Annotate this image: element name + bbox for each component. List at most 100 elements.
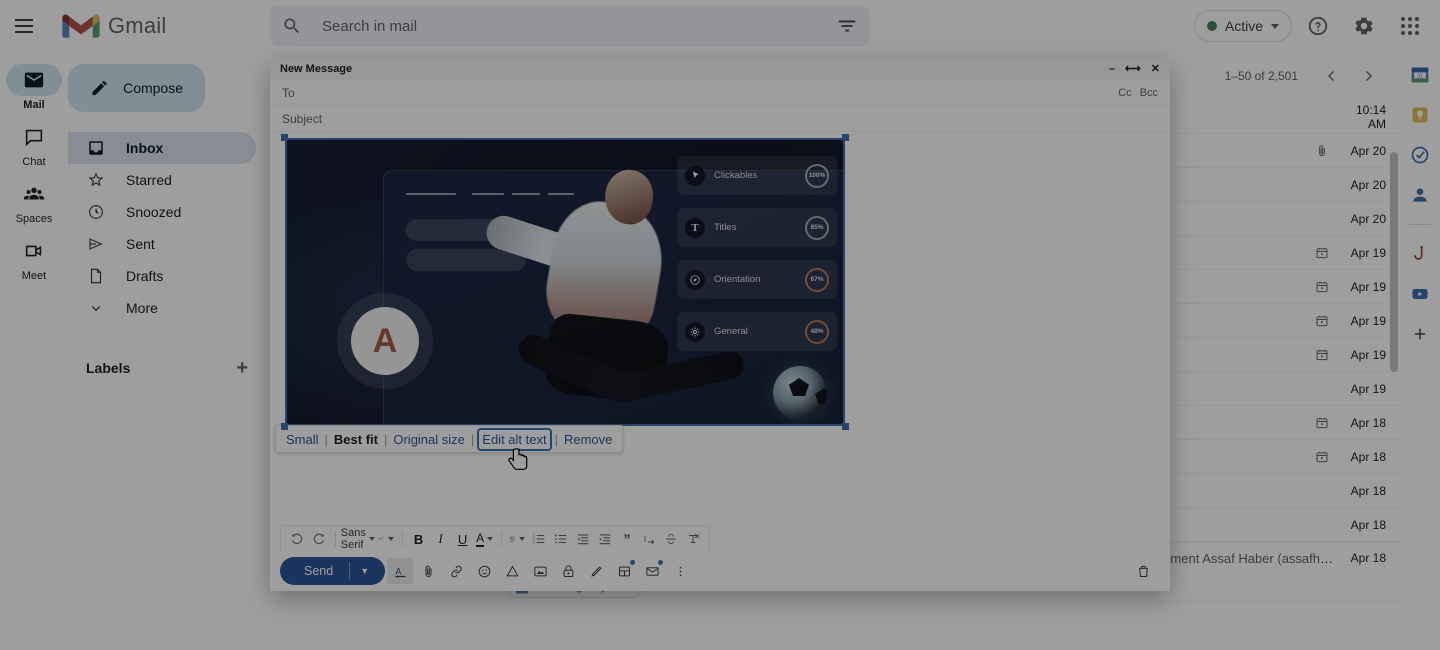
numbered-list-icon[interactable]: 123: [529, 528, 549, 550]
send-button[interactable]: Send ▼: [280, 557, 385, 585]
row-date: Apr 18: [1336, 484, 1400, 498]
attach-file-icon[interactable]: [415, 558, 441, 584]
image-size-small[interactable]: Small: [286, 432, 319, 447]
close-icon[interactable]: ✕: [1151, 64, 1160, 75]
bulleted-list-icon[interactable]: [551, 528, 571, 550]
bold-button[interactable]: B: [409, 528, 429, 550]
more-options-icon[interactable]: [667, 558, 693, 584]
to-field-row[interactable]: To Cc Bcc: [270, 80, 1170, 106]
text-direction-icon[interactable]: I: [639, 528, 659, 550]
insert-signature-icon[interactable]: [583, 558, 609, 584]
image-size-best-fit[interactable]: Best fit: [334, 432, 378, 447]
search-input[interactable]: [320, 17, 836, 36]
chevron-down-icon[interactable]: ▼: [350, 566, 379, 576]
insert-emoji-icon[interactable]: [471, 558, 497, 584]
sidebar-item-snoozed[interactable]: Snoozed: [68, 196, 256, 228]
svg-text:I: I: [644, 534, 646, 544]
calendar-icon: [1308, 416, 1336, 430]
remove-image-button[interactable]: Remove: [564, 432, 612, 447]
status-label: Active: [1225, 18, 1263, 34]
help-icon[interactable]: [1298, 6, 1338, 46]
separator: |: [384, 432, 387, 447]
apps-grid-icon[interactable]: [1390, 6, 1430, 46]
rail-item-spaces[interactable]: Spaces: [6, 176, 62, 229]
compose-titlebar[interactable]: New Message – ⟷ ✕: [270, 58, 1170, 80]
gmail-brand[interactable]: Gmail: [62, 12, 166, 40]
resize-handle-bottom-right[interactable]: [842, 423, 849, 430]
indent-less-icon[interactable]: [573, 528, 593, 550]
sidebar-item-starred[interactable]: Starred: [68, 164, 256, 196]
indent-more-icon[interactable]: [595, 528, 615, 550]
gear-icon[interactable]: [1344, 6, 1384, 46]
compose-send-bar: Send ▼ A: [270, 551, 1170, 591]
undo-icon[interactable]: [287, 528, 307, 550]
inline-image-selection[interactable]: 21 A Clickables100%TTitles85%Orientation…: [285, 138, 845, 426]
expand-icon[interactable]: ⟷: [1125, 64, 1141, 75]
text-color-button[interactable]: A: [475, 528, 495, 550]
add-label-button[interactable]: +: [236, 358, 248, 378]
format-text-icon[interactable]: A: [387, 558, 413, 584]
rail-item-meet[interactable]: Meet: [6, 233, 62, 286]
sidebar-item-more[interactable]: More: [68, 292, 256, 324]
video-meeting-icon[interactable]: [1409, 283, 1431, 305]
strikethrough-icon[interactable]: [661, 528, 681, 550]
send-label: Send: [286, 564, 349, 578]
compose-body[interactable]: 21 A Clickables100%TTitles85%Orientation…: [270, 132, 1170, 591]
to-label: To: [282, 86, 1118, 100]
row-date: Apr 18: [1336, 551, 1400, 565]
resize-handle-top-right[interactable]: [842, 134, 849, 141]
google-tasks-icon[interactable]: [1409, 144, 1431, 166]
layout-icon[interactable]: [611, 558, 637, 584]
hamburger-menu-icon[interactable]: [4, 6, 44, 46]
chevron-left-icon[interactable]: [1316, 60, 1348, 92]
sidebar-item-drafts[interactable]: Drafts: [68, 260, 256, 292]
underline-button[interactable]: U: [453, 528, 473, 550]
insert-link-icon[interactable]: [443, 558, 469, 584]
font-family-select[interactable]: Sans Serif: [341, 528, 374, 550]
bcc-button[interactable]: Bcc: [1140, 87, 1158, 99]
chevron-right-icon[interactable]: [1352, 60, 1384, 92]
rail-item-chat[interactable]: Chat: [6, 119, 62, 172]
google-keep-icon[interactable]: [1409, 104, 1431, 126]
insert-photo-icon[interactable]: [527, 558, 553, 584]
image-size-original[interactable]: Original size: [393, 432, 465, 447]
mail-merge-icon[interactable]: [639, 558, 665, 584]
insert-drive-icon[interactable]: [499, 558, 525, 584]
chevron-down-icon: [487, 537, 493, 541]
labels-title: Labels: [86, 360, 130, 376]
trash-icon[interactable]: [1130, 558, 1156, 584]
add-addon-icon[interactable]: [1409, 323, 1431, 345]
search-options-icon[interactable]: [836, 15, 858, 37]
sidebar-item-sent[interactable]: Sent: [68, 228, 256, 260]
sidebar-item-inbox[interactable]: Inbox: [68, 132, 256, 164]
separator: |: [555, 432, 558, 447]
redo-icon[interactable]: [309, 528, 329, 550]
align-icon[interactable]: [507, 528, 527, 550]
cc-button[interactable]: Cc: [1118, 87, 1131, 99]
status-badge[interactable]: Active: [1194, 10, 1292, 42]
google-calendar-icon[interactable]: 31: [1409, 64, 1431, 86]
calendar-icon: [1308, 280, 1336, 294]
jira-icon[interactable]: [1409, 243, 1431, 265]
font-size-icon[interactable]: TT: [376, 528, 396, 550]
subject-field-row[interactable]: Subject: [270, 106, 1170, 132]
rail-divider: [1409, 224, 1431, 225]
remove-formatting-icon[interactable]: [683, 528, 703, 550]
chevron-down-icon: [86, 298, 106, 318]
resize-handle-bottom-left[interactable]: [281, 423, 288, 430]
compose-label: Compose: [123, 80, 183, 96]
quote-icon[interactable]: ”: [617, 528, 637, 550]
italic-button[interactable]: I: [431, 528, 451, 550]
chevron-down-icon: [519, 537, 525, 541]
list-scrollbar[interactable]: [1390, 152, 1398, 372]
resize-handle-top-left[interactable]: [281, 134, 288, 141]
rail-item-mail[interactable]: Mail: [6, 62, 62, 115]
compose-window: New Message – ⟷ ✕ To Cc Bcc Subject: [270, 58, 1170, 591]
search-bar[interactable]: [270, 6, 870, 46]
confidential-mode-icon[interactable]: [555, 558, 581, 584]
text-color-label: A: [476, 531, 484, 547]
google-contacts-icon[interactable]: [1409, 184, 1431, 206]
edit-alt-text-button[interactable]: Edit alt text: [480, 431, 548, 448]
compose-button[interactable]: Compose: [68, 64, 205, 112]
minimize-icon[interactable]: –: [1109, 64, 1115, 75]
